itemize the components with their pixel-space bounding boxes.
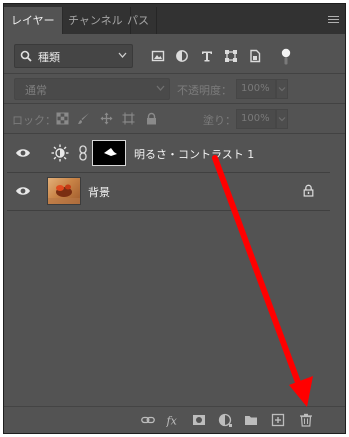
layers-panel: レイヤー チャンネル パス 種類 通常 不透明度： 100% ロック： 塗り： … xyxy=(3,3,346,434)
chevron-down-icon xyxy=(118,52,127,58)
tab-paths[interactable]: パス xyxy=(120,7,157,34)
chevron-down-icon xyxy=(278,87,286,92)
layer-name[interactable]: 背景 xyxy=(88,184,110,200)
fill-input[interactable]: 100% xyxy=(236,109,276,129)
panel-tab-bar: レイヤー チャンネル パス xyxy=(4,4,345,34)
lock-icon xyxy=(303,184,314,197)
add-mask-icon[interactable] xyxy=(192,413,206,427)
opacity-input[interactable]: 100% xyxy=(236,79,276,99)
lock-artboard-icon[interactable] xyxy=(122,112,135,125)
new-layer-icon[interactable] xyxy=(271,413,285,427)
fill-dropdown[interactable] xyxy=(276,109,288,129)
filter-kind-value: 種類 xyxy=(38,51,60,64)
lock-row: ロック： 塗り： 100% xyxy=(4,108,345,130)
blend-mode-select[interactable]: 通常 xyxy=(14,78,170,100)
shape-filter-icon[interactable] xyxy=(224,49,238,63)
fx-icon[interactable]: fx xyxy=(166,413,180,428)
visibility-eye-icon[interactable] xyxy=(15,146,31,160)
lock-all-icon[interactable] xyxy=(145,112,158,125)
divider xyxy=(4,73,345,74)
blend-mode-value: 通常 xyxy=(25,84,47,97)
divider xyxy=(4,103,345,104)
new-adjustment-icon[interactable] xyxy=(218,413,232,427)
opacity-dropdown[interactable] xyxy=(276,79,288,99)
filter-toggle-icon[interactable] xyxy=(281,48,291,66)
fill-label: 塗り： xyxy=(203,114,236,127)
blend-row: 通常 不透明度： 100% xyxy=(4,78,345,100)
image-filter-icon[interactable] xyxy=(151,49,165,63)
text-filter-icon[interactable] xyxy=(200,49,214,63)
layer-mask-thumbnail[interactable] xyxy=(92,140,126,166)
photo-thumbnail-image xyxy=(48,184,80,204)
chain-link-icon[interactable] xyxy=(79,145,87,161)
new-group-icon[interactable] xyxy=(244,413,258,427)
visibility-eye-icon[interactable] xyxy=(15,184,31,198)
layer-row-background[interactable]: 背景 xyxy=(7,173,330,209)
chevron-down-icon xyxy=(278,117,286,122)
lock-label: ロック： xyxy=(12,114,56,127)
adjustment-filter-icon[interactable] xyxy=(175,49,189,63)
mask-shape-icon xyxy=(104,148,117,156)
lock-position-icon[interactable] xyxy=(100,112,113,125)
svg-text:fx: fx xyxy=(166,415,178,428)
layer-row-adjustment[interactable]: 明るさ・コントラスト 1 xyxy=(7,135,330,171)
divider xyxy=(7,210,330,211)
filter-kind-select[interactable]: 種類 xyxy=(14,44,133,68)
panel-menu-icon[interactable] xyxy=(328,16,339,24)
divider xyxy=(4,133,345,134)
chevron-down-icon xyxy=(156,85,165,91)
delete-layer-icon[interactable] xyxy=(299,413,313,427)
tab-layers[interactable]: レイヤー xyxy=(4,7,63,34)
layer-name[interactable]: 明るさ・コントラスト 1 xyxy=(134,146,254,162)
smart-object-filter-icon[interactable] xyxy=(248,49,262,63)
lock-image-pixels-icon[interactable] xyxy=(77,112,90,125)
search-icon xyxy=(20,50,32,62)
lock-transparent-pixels-icon[interactable] xyxy=(56,112,69,125)
layer-filter-row: 種類 xyxy=(4,44,345,70)
background-thumbnail[interactable] xyxy=(47,177,81,205)
brightness-contrast-icon xyxy=(51,144,69,162)
link-layers-icon[interactable] xyxy=(141,413,155,427)
panel-footer: fx xyxy=(4,406,345,433)
opacity-label: 不透明度： xyxy=(177,84,232,97)
